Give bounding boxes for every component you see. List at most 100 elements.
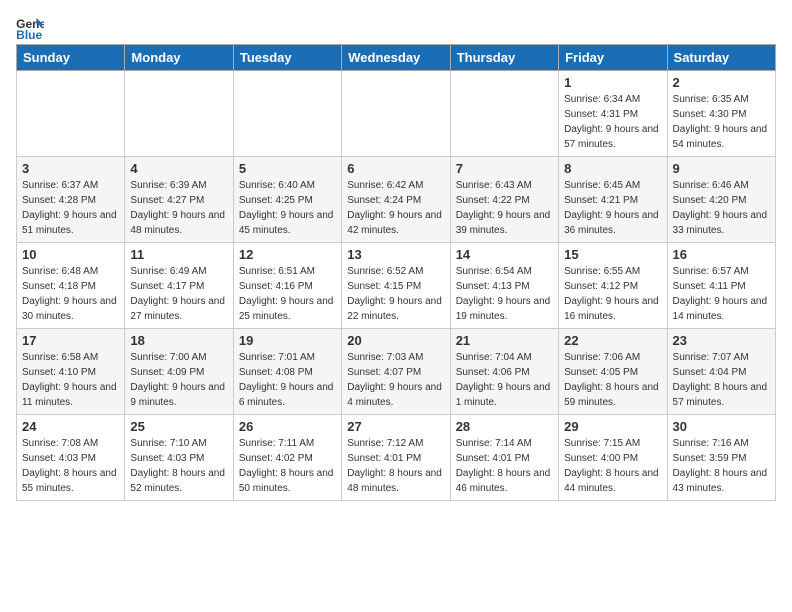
day-info: Sunrise: 6:49 AM Sunset: 4:17 PM Dayligh…	[130, 264, 227, 324]
day-number: 1	[564, 75, 661, 90]
day-info: Sunrise: 6:57 AM Sunset: 4:11 PM Dayligh…	[673, 264, 770, 324]
day-info: Sunrise: 6:51 AM Sunset: 4:16 PM Dayligh…	[239, 264, 336, 324]
calendar-cell: 17 Sunrise: 6:58 AM Sunset: 4:10 PM Dayli…	[17, 329, 125, 415]
calendar-cell: 19 Sunrise: 7:01 AM Sunset: 4:08 PM Dayli…	[233, 329, 341, 415]
day-number: 30	[673, 419, 770, 434]
day-number: 24	[22, 419, 119, 434]
day-info: Sunrise: 7:12 AM Sunset: 4:01 PM Dayligh…	[347, 436, 444, 496]
calendar-cell	[125, 71, 233, 157]
calendar-cell: 13 Sunrise: 6:52 AM Sunset: 4:15 PM Dayli…	[342, 243, 450, 329]
calendar-cell: 10 Sunrise: 6:48 AM Sunset: 4:18 PM Dayli…	[17, 243, 125, 329]
day-info: Sunrise: 7:07 AM Sunset: 4:04 PM Dayligh…	[673, 350, 770, 410]
day-number: 13	[347, 247, 444, 262]
header-friday: Friday	[559, 45, 667, 71]
day-number: 29	[564, 419, 661, 434]
header: General Blue	[16, 16, 776, 40]
calendar-cell: 2 Sunrise: 6:35 AM Sunset: 4:30 PM Daylig…	[667, 71, 775, 157]
day-number: 22	[564, 333, 661, 348]
day-number: 23	[673, 333, 770, 348]
day-number: 7	[456, 161, 553, 176]
day-info: Sunrise: 6:55 AM Sunset: 4:12 PM Dayligh…	[564, 264, 661, 324]
calendar-cell: 27 Sunrise: 7:12 AM Sunset: 4:01 PM Dayli…	[342, 415, 450, 501]
calendar-cell	[342, 71, 450, 157]
header-tuesday: Tuesday	[233, 45, 341, 71]
calendar-cell: 8Sunrise: 6:45 AM Sunset: 4:21 PM Daylig…	[559, 157, 667, 243]
calendar-cell: 22 Sunrise: 7:06 AM Sunset: 4:05 PM Dayli…	[559, 329, 667, 415]
day-info: Sunrise: 6:54 AM Sunset: 4:13 PM Dayligh…	[456, 264, 553, 324]
header-wednesday: Wednesday	[342, 45, 450, 71]
calendar-cell: 20 Sunrise: 7:03 AM Sunset: 4:07 PM Dayli…	[342, 329, 450, 415]
day-info: Sunrise: 7:11 AM Sunset: 4:02 PM Dayligh…	[239, 436, 336, 496]
day-number: 15	[564, 247, 661, 262]
header-monday: Monday	[125, 45, 233, 71]
day-number: 11	[130, 247, 227, 262]
page-container: General Blue SundayMondayTuesdayWednesda…	[0, 0, 792, 511]
day-info: Sunrise: 6:45 AM Sunset: 4:21 PM Dayligh…	[564, 178, 661, 238]
day-info: Sunrise: 7:01 AM Sunset: 4:08 PM Dayligh…	[239, 350, 336, 410]
calendar-cell: 11 Sunrise: 6:49 AM Sunset: 4:17 PM Dayli…	[125, 243, 233, 329]
calendar-cell: 30 Sunrise: 7:16 AM Sunset: 3:59 PM Dayli…	[667, 415, 775, 501]
day-info: Sunrise: 7:04 AM Sunset: 4:06 PM Dayligh…	[456, 350, 553, 410]
day-number: 27	[347, 419, 444, 434]
day-number: 21	[456, 333, 553, 348]
day-info: Sunrise: 6:35 AM Sunset: 4:30 PM Dayligh…	[673, 92, 770, 152]
header-thursday: Thursday	[450, 45, 558, 71]
calendar-cell: 21 Sunrise: 7:04 AM Sunset: 4:06 PM Dayli…	[450, 329, 558, 415]
calendar-cell: 26Sunrise: 7:11 AM Sunset: 4:02 PM Dayli…	[233, 415, 341, 501]
calendar-cell: 4 Sunrise: 6:39 AM Sunset: 4:27 PM Daylig…	[125, 157, 233, 243]
calendar-cell: 7 Sunrise: 6:43 AM Sunset: 4:22 PM Daylig…	[450, 157, 558, 243]
day-info: Sunrise: 7:03 AM Sunset: 4:07 PM Dayligh…	[347, 350, 444, 410]
day-number: 10	[22, 247, 119, 262]
day-number: 20	[347, 333, 444, 348]
calendar-cell: 29Sunrise: 7:15 AM Sunset: 4:00 PM Dayli…	[559, 415, 667, 501]
day-info: Sunrise: 6:52 AM Sunset: 4:15 PM Dayligh…	[347, 264, 444, 324]
calendar-header-row: SundayMondayTuesdayWednesdayThursdayFrid…	[17, 45, 776, 71]
day-number: 3	[22, 161, 119, 176]
logo: General Blue	[16, 16, 48, 40]
calendar-cell: 18 Sunrise: 7:00 AM Sunset: 4:09 PM Dayli…	[125, 329, 233, 415]
calendar-cell: 9Sunrise: 6:46 AM Sunset: 4:20 PM Daylig…	[667, 157, 775, 243]
svg-text:Blue: Blue	[16, 28, 42, 40]
day-number: 17	[22, 333, 119, 348]
day-info: Sunrise: 6:48 AM Sunset: 4:18 PM Dayligh…	[22, 264, 119, 324]
day-number: 5	[239, 161, 336, 176]
calendar-cell	[450, 71, 558, 157]
day-info: Sunrise: 7:06 AM Sunset: 4:05 PM Dayligh…	[564, 350, 661, 410]
calendar-cell: 23 Sunrise: 7:07 AM Sunset: 4:04 PM Dayli…	[667, 329, 775, 415]
day-number: 4	[130, 161, 227, 176]
day-info: Sunrise: 7:00 AM Sunset: 4:09 PM Dayligh…	[130, 350, 227, 410]
header-sunday: Sunday	[17, 45, 125, 71]
day-number: 6	[347, 161, 444, 176]
week-row-1: 3Sunrise: 6:37 AM Sunset: 4:28 PM Daylig…	[17, 157, 776, 243]
day-number: 28	[456, 419, 553, 434]
day-info: Sunrise: 6:40 AM Sunset: 4:25 PM Dayligh…	[239, 178, 336, 238]
calendar-cell: 25 Sunrise: 7:10 AM Sunset: 4:03 PM Dayli…	[125, 415, 233, 501]
calendar-cell: 15 Sunrise: 6:55 AM Sunset: 4:12 PM Dayli…	[559, 243, 667, 329]
day-info: Sunrise: 6:43 AM Sunset: 4:22 PM Dayligh…	[456, 178, 553, 238]
day-number: 9	[673, 161, 770, 176]
calendar-cell	[233, 71, 341, 157]
day-number: 2	[673, 75, 770, 90]
calendar-cell: 5 Sunrise: 6:40 AM Sunset: 4:25 PM Daylig…	[233, 157, 341, 243]
calendar-cell: 14Sunrise: 6:54 AM Sunset: 4:13 PM Dayli…	[450, 243, 558, 329]
calendar-cell: 6 Sunrise: 6:42 AM Sunset: 4:24 PM Daylig…	[342, 157, 450, 243]
week-row-2: 10 Sunrise: 6:48 AM Sunset: 4:18 PM Dayli…	[17, 243, 776, 329]
week-row-4: 24Sunrise: 7:08 AM Sunset: 4:03 PM Dayli…	[17, 415, 776, 501]
week-row-3: 17 Sunrise: 6:58 AM Sunset: 4:10 PM Dayli…	[17, 329, 776, 415]
day-info: Sunrise: 7:10 AM Sunset: 4:03 PM Dayligh…	[130, 436, 227, 496]
day-number: 16	[673, 247, 770, 262]
logo-icon: General Blue	[16, 16, 44, 40]
day-info: Sunrise: 6:42 AM Sunset: 4:24 PM Dayligh…	[347, 178, 444, 238]
day-info: Sunrise: 6:58 AM Sunset: 4:10 PM Dayligh…	[22, 350, 119, 410]
day-info: Sunrise: 6:39 AM Sunset: 4:27 PM Dayligh…	[130, 178, 227, 238]
calendar-cell: 1Sunrise: 6:34 AM Sunset: 4:31 PM Daylig…	[559, 71, 667, 157]
calendar-cell: 16 Sunrise: 6:57 AM Sunset: 4:11 PM Dayli…	[667, 243, 775, 329]
day-info: Sunrise: 7:16 AM Sunset: 3:59 PM Dayligh…	[673, 436, 770, 496]
calendar-cell: 12Sunrise: 6:51 AM Sunset: 4:16 PM Dayli…	[233, 243, 341, 329]
day-number: 25	[130, 419, 227, 434]
day-number: 18	[130, 333, 227, 348]
day-number: 19	[239, 333, 336, 348]
calendar-table: SundayMondayTuesdayWednesdayThursdayFrid…	[16, 44, 776, 501]
day-info: Sunrise: 7:14 AM Sunset: 4:01 PM Dayligh…	[456, 436, 553, 496]
calendar-cell: 3Sunrise: 6:37 AM Sunset: 4:28 PM Daylig…	[17, 157, 125, 243]
